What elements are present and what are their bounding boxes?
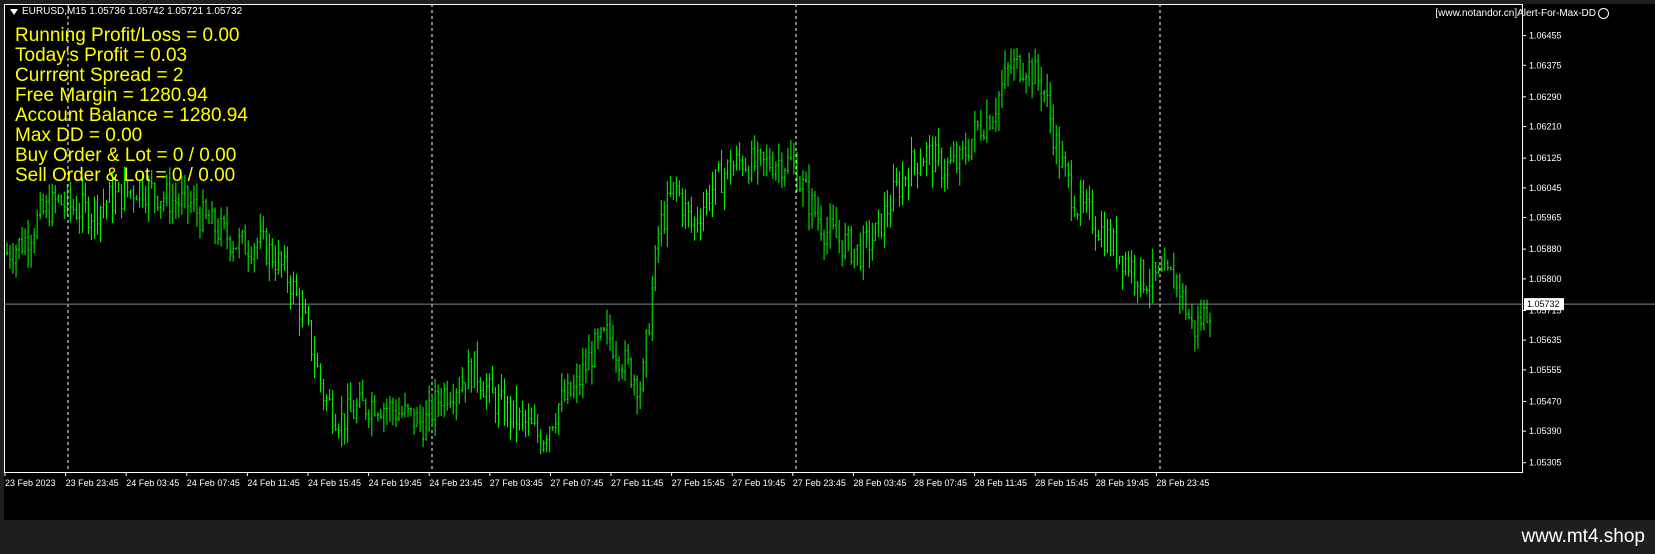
time-tick-label: 27 Feb 23:45 [793,478,846,488]
price-tick-label: 1.05800 [1529,274,1562,284]
price-tick-label: 1.05635 [1529,335,1562,345]
price-tick-label: 1.06045 [1529,183,1562,193]
price-chart[interactable]: 23 Feb 2023 23 Feb 23:45 24 Feb 03:45 24 Fe… [4,4,1655,520]
time-tick-label: 23 Feb 23:45 [66,478,119,488]
price-tick-label: 1.05965 [1529,213,1562,223]
ea-name: [www.notandor.cn]Alert-For-Max-DD [1435,8,1596,19]
time-tick-label: 27 Feb 03:45 [490,478,543,488]
time-tick-label: 24 Feb 15:45 [308,478,361,488]
ea-info-panel: Running Profit/Loss = 0.00 Today's Profi… [15,26,248,186]
time-tick-label: 28 Feb 19:45 [1096,478,1149,488]
time-tick-label: 28 Feb 23:45 [1156,478,1209,488]
running-profit-text: Running Profit/Loss = 0.00 [15,25,240,46]
free-margin-text: Free Margin = 1280.94 [15,85,208,106]
time-tick-label: 24 Feb 19:45 [369,478,422,488]
time-tick-label: 24 Feb 03:45 [126,478,179,488]
chevron-down-icon[interactable] [10,8,18,15]
time-tick-label: 27 Feb 07:45 [550,478,603,488]
max-dd-text: Max DD = 0.00 [15,125,143,146]
price-tick-label: 1.05555 [1529,365,1562,375]
smiley-icon[interactable] [1598,8,1609,19]
current-price-label: 1.05732 [1527,299,1560,309]
price-tick-label: 1.06210 [1529,122,1562,132]
time-tick-label: 28 Feb 07:45 [914,478,967,488]
price-tick-label: 1.05305 [1529,458,1562,468]
todays-profit-text: Today's Profit = 0.03 [15,45,188,66]
price-tick-label: 1.06375 [1529,60,1562,70]
price-tick-label: 1.05880 [1529,244,1562,254]
time-tick-label: 27 Feb 11:45 [611,478,663,488]
price-tick-label: 1.06455 [1529,31,1562,41]
time-tick-label: 28 Feb 11:45 [975,478,1027,488]
price-tick-label: 1.05390 [1529,426,1562,436]
symbol-header: EURUSD,M15 1.05736 1.05742 1.05721 1.057… [10,6,242,17]
time-tick-label: 24 Feb 11:45 [247,478,299,488]
price-tick-label: 1.06290 [1529,92,1562,102]
price-tick-label: 1.05470 [1529,396,1562,406]
chart-window[interactable]: 23 Feb 2023 23 Feb 23:45 24 Feb 03:45 24 Fe… [4,4,1655,520]
account-balance-text: Account Balance = 1280.94 [15,105,248,126]
spread-text: Currrent Spread = 2 [15,65,184,86]
price-tick-label: 1.06125 [1529,153,1562,163]
symbol-quote: EURUSD,M15 1.05736 1.05742 1.05721 1.057… [22,6,243,17]
expert-advisor-label[interactable]: [www.notandor.cn]Alert-For-Max-DD [1435,8,1609,19]
time-tick-label: 28 Feb 03:45 [853,478,906,488]
watermark: www.mt4.shop [1521,526,1645,547]
time-tick-label: 23 Feb 2023 [5,478,56,488]
buy-orders-text: Buy Order & Lot = 0 / 0.00 [15,145,237,166]
sell-orders-text: Sell Order & Lot = 0 / 0.00 [15,165,236,186]
time-tick-label: 24 Feb 07:45 [187,478,240,488]
time-tick-label: 24 Feb 23:45 [429,478,482,488]
time-tick-label: 28 Feb 15:45 [1035,478,1088,488]
bottom-bar [0,520,1655,554]
time-tick-label: 27 Feb 19:45 [732,478,785,488]
time-tick-label: 27 Feb 15:45 [672,478,725,488]
